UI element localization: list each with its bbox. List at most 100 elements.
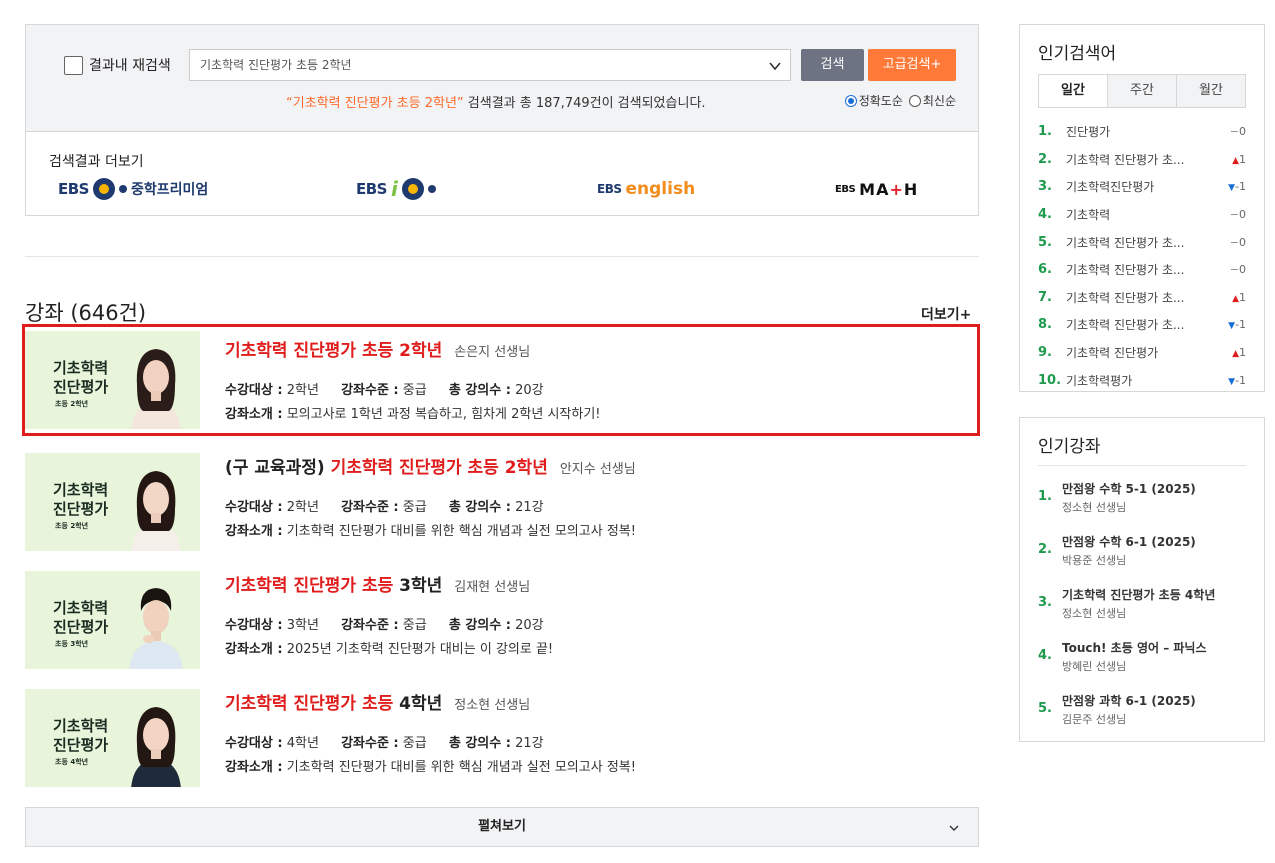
thumbnail-title: 기초학력 진단평가 bbox=[53, 359, 109, 396]
sort-accuracy-radio[interactable] bbox=[844, 94, 857, 107]
tab-monthly[interactable]: 월간 bbox=[1176, 75, 1245, 107]
course-meta: 수강대상 : 4학년 강좌수준 : 중급 총 강의수 : 21강 bbox=[225, 736, 544, 751]
more-results-area: 검색결과 더보기 EBS 중학프리미엄 EBS i EBS english EB… bbox=[26, 132, 978, 216]
course-thumbnail[interactable]: 기초학력 진단평가 초등 2학년 bbox=[25, 331, 200, 429]
popular-course-teacher: 김문주 선생님 bbox=[1062, 713, 1127, 726]
list-item[interactable]: 10. 기초학력평가 ▼-1 bbox=[1038, 366, 1246, 394]
section-divider bbox=[25, 256, 979, 257]
popular-course-teacher: 박용준 선생님 bbox=[1062, 554, 1127, 567]
chevron-down-icon bbox=[949, 825, 959, 831]
expand-button[interactable]: 펼쳐보기 bbox=[25, 807, 979, 847]
course-title[interactable]: 기초학력 진단평가 초등 2학년 손은지 선생님 bbox=[225, 336, 965, 361]
popular-courses-panel: 인기강좌 1. 만점왕 수학 5-1 (2025) 정소현 선생님 2. 만점왕 수학… bbox=[1019, 417, 1265, 742]
arrow-up-icon: ▲ bbox=[1232, 349, 1239, 360]
recheck-label: 결과내 재검색 bbox=[89, 58, 171, 74]
course-meta: 수강대상 : 2학년 강좌수준 : 중급 총 강의수 : 20강 bbox=[225, 383, 544, 398]
keyword-list: 1. 진단평가 −0 2. 기초학력 진단평가 초... ▲1 3. 기초학력진단평가 ▼-… bbox=[1038, 118, 1246, 394]
list-item[interactable]: 7. 기초학력 진단평가 초... ▲1 bbox=[1038, 284, 1246, 312]
ebs-logo-icon bbox=[92, 178, 115, 200]
popular-course-teacher: 정소현 선생님 bbox=[1062, 607, 1127, 620]
ebs-dot-icon bbox=[118, 185, 127, 193]
course-thumbnail[interactable]: 기초학력 진단평가 초등 4학년 bbox=[25, 689, 200, 787]
course-item[interactable]: 기초학력 진단평가 초등 3학년 기초학력 진단평가 초등 3학년 김재현 선생님 … bbox=[25, 571, 979, 669]
list-item[interactable]: 5. 기초학력 진단평가 초... −0 bbox=[1038, 228, 1246, 256]
list-item[interactable]: 9. 기초학력 진단평가 ▲1 bbox=[1038, 339, 1246, 367]
sort-accuracy-label[interactable]: 정확도순 bbox=[859, 92, 903, 109]
course-meta: 수강대상 : 3학년 강좌수준 : 중급 총 강의수 : 20강 bbox=[225, 618, 544, 633]
course-thumbnail[interactable]: 기초학력 진단평가 초등 2학년 bbox=[25, 453, 200, 551]
arrow-down-icon: ▼ bbox=[1228, 321, 1236, 332]
popular-courses-title: 인기강좌 bbox=[1038, 437, 1101, 457]
popular-course-name[interactable]: 만점왕 과학 6-1 (2025) bbox=[1062, 692, 1246, 709]
teacher-photo bbox=[131, 349, 181, 429]
search-panel: 결과내 재검색 기초학력 진단평가 초등 2학년 검색 고급검색+ “기초학력 … bbox=[25, 24, 979, 216]
course-item[interactable]: 기초학력 진단평가 초등 4학년 기초학력 진단평가 초등 4학년 정소현 선생님 … bbox=[25, 689, 979, 787]
tab-daily[interactable]: 일간 bbox=[1039, 75, 1107, 107]
course-item[interactable]: 기초학력 진단평가 초등 2학년 (구 교육과정) 기초학력 진단평가 초등 2학… bbox=[25, 453, 979, 551]
thumbnail-subtitle: 초등 2학년 bbox=[55, 522, 89, 530]
sort-latest-radio[interactable] bbox=[908, 94, 921, 107]
list-item[interactable]: 4. 기초학력 −0 bbox=[1038, 201, 1246, 229]
course-title[interactable]: (구 교육과정) 기초학력 진단평가 초등 2학년 안지수 선생님 bbox=[225, 453, 965, 478]
recheck-option[interactable]: 결과내 재검색 bbox=[64, 55, 171, 75]
course-item[interactable]: 기초학력 진단평가 초등 2학년 기초학력 진단평가 초등 2학년 손은지 선생님 … bbox=[22, 324, 980, 436]
search-query-select[interactable]: 기초학력 진단평가 초등 2학년 bbox=[189, 49, 791, 81]
ebs-math-link[interactable]: EBS MA+H bbox=[835, 177, 918, 201]
popular-course-name[interactable]: 만점왕 수학 5-1 (2025) bbox=[1062, 480, 1246, 497]
course-description: 강좌소개 : 2025년 기초학력 진단평가 대비는 이 강의로 끝! bbox=[225, 642, 554, 657]
thumbnail-title: 기초학력 진단평가 bbox=[53, 717, 109, 754]
tab-weekly[interactable]: 주간 bbox=[1107, 75, 1176, 107]
search-button[interactable]: 검색 bbox=[801, 49, 864, 81]
arrow-up-icon: ▲ bbox=[1232, 293, 1239, 304]
list-item[interactable]: 8. 기초학력 진단평가 초... ▼-1 bbox=[1038, 311, 1246, 339]
sort-latest-label[interactable]: 최신순 bbox=[923, 92, 956, 109]
list-item[interactable]: 1. 진단평가 −0 bbox=[1038, 118, 1246, 146]
more-results-title: 검색결과 더보기 bbox=[49, 154, 144, 170]
thumbnail-title: 기초학력 진단평가 bbox=[53, 481, 109, 518]
course-info: 기초학력 진단평가 초등 4학년 정소현 선생님 수강대상 : 4학년 강좌수준 … bbox=[225, 689, 965, 775]
course-teacher: 김재현 선생님 bbox=[454, 580, 531, 595]
thumbnail-subtitle: 초등 3학년 bbox=[55, 640, 89, 648]
list-item[interactable]: 2. 만점왕 수학 6-1 (2025) 박용준 선생님 bbox=[1038, 533, 1246, 586]
popular-course-name[interactable]: Touch! 초등 영어 – 파닉스 bbox=[1062, 639, 1246, 656]
course-description: 강좌소개 : 기초학력 진단평가 대비를 위한 핵심 개념과 실전 모의고사 정… bbox=[225, 760, 636, 775]
list-item[interactable]: 2. 기초학력 진단평가 초... ▲1 bbox=[1038, 146, 1246, 174]
no-change-icon: − bbox=[1229, 235, 1239, 249]
advanced-search-button[interactable]: 고급검색+ bbox=[868, 49, 956, 81]
ebs-dot-icon bbox=[427, 185, 436, 193]
list-item[interactable]: 6. 기초학력 진단평가 초... −0 bbox=[1038, 256, 1246, 284]
no-change-icon: − bbox=[1229, 125, 1239, 139]
ebsi-link[interactable]: EBS i bbox=[356, 177, 436, 201]
course-title[interactable]: 기초학력 진단평가 초등 3학년 김재현 선생님 bbox=[225, 571, 965, 596]
popular-course-name[interactable]: 만점왕 수학 6-1 (2025) bbox=[1062, 533, 1246, 550]
ebsi-i-mark: i bbox=[390, 177, 398, 201]
search-bar-area: 결과내 재검색 기초학력 진단평가 초등 2학년 검색 고급검색+ “기초학력 … bbox=[26, 25, 978, 132]
popular-course-name[interactable]: 기초학력 진단평가 초등 4학년 bbox=[1062, 586, 1246, 603]
list-item[interactable]: 5. 만점왕 과학 6-1 (2025) 김문주 선생님 bbox=[1038, 692, 1246, 745]
list-item[interactable]: 4. Touch! 초등 영어 – 파닉스 방혜린 선생님 bbox=[1038, 639, 1246, 692]
expand-label: 펼쳐보기 bbox=[478, 819, 526, 834]
popular-course-list: 1. 만점왕 수학 5-1 (2025) 정소현 선생님 2. 만점왕 수학 6-1 … bbox=[1038, 465, 1246, 745]
arrow-up-icon: ▲ bbox=[1232, 155, 1239, 166]
list-item[interactable]: 1. 만점왕 수학 5-1 (2025) 정소현 선생님 bbox=[1038, 480, 1246, 533]
ebs-english-link[interactable]: EBS english bbox=[597, 177, 695, 201]
course-more-link[interactable]: 더보기+ bbox=[921, 304, 971, 324]
course-thumbnail[interactable]: 기초학력 진단평가 초등 3학년 bbox=[25, 571, 200, 669]
course-description: 강좌소개 : 기초학력 진단평가 대비를 위한 핵심 개념과 실전 모의고사 정… bbox=[225, 524, 636, 539]
ebs-middle-premium-link[interactable]: EBS 중학프리미엄 bbox=[58, 177, 208, 201]
period-tabs: 일간 주간 월간 bbox=[1038, 74, 1246, 108]
popular-course-teacher: 방혜린 선생님 bbox=[1062, 660, 1127, 673]
list-item[interactable]: 3. 기초학력진단평가 ▼-1 bbox=[1038, 173, 1246, 201]
thumbnail-title: 기초학력 진단평가 bbox=[53, 599, 109, 636]
no-change-icon: − bbox=[1229, 208, 1239, 222]
list-item[interactable]: 3. 기초학력 진단평가 초등 4학년 정소현 선생님 bbox=[1038, 586, 1246, 639]
course-teacher: 안지수 선생님 bbox=[559, 462, 636, 477]
recheck-checkbox[interactable] bbox=[64, 55, 83, 75]
course-description: 강좌소개 : 모의고사로 1학년 과정 복습하고, 힘차게 2학년 시작하기! bbox=[225, 407, 601, 422]
popular-keywords-panel: 인기검색어 일간 주간 월간 1. 진단평가 −0 2. 기초학력 진단평가 초...… bbox=[1019, 24, 1265, 392]
course-section-title: 강좌 (646건) bbox=[25, 301, 147, 325]
popular-keywords-title: 인기검색어 bbox=[1038, 44, 1117, 64]
course-title[interactable]: 기초학력 진단평가 초등 4학년 정소현 선생님 bbox=[225, 689, 965, 714]
result-count-text: 검색결과 총 187,749건이 검색되었습니다. bbox=[463, 96, 706, 111]
ebs-logo-text: EBS bbox=[597, 182, 622, 196]
